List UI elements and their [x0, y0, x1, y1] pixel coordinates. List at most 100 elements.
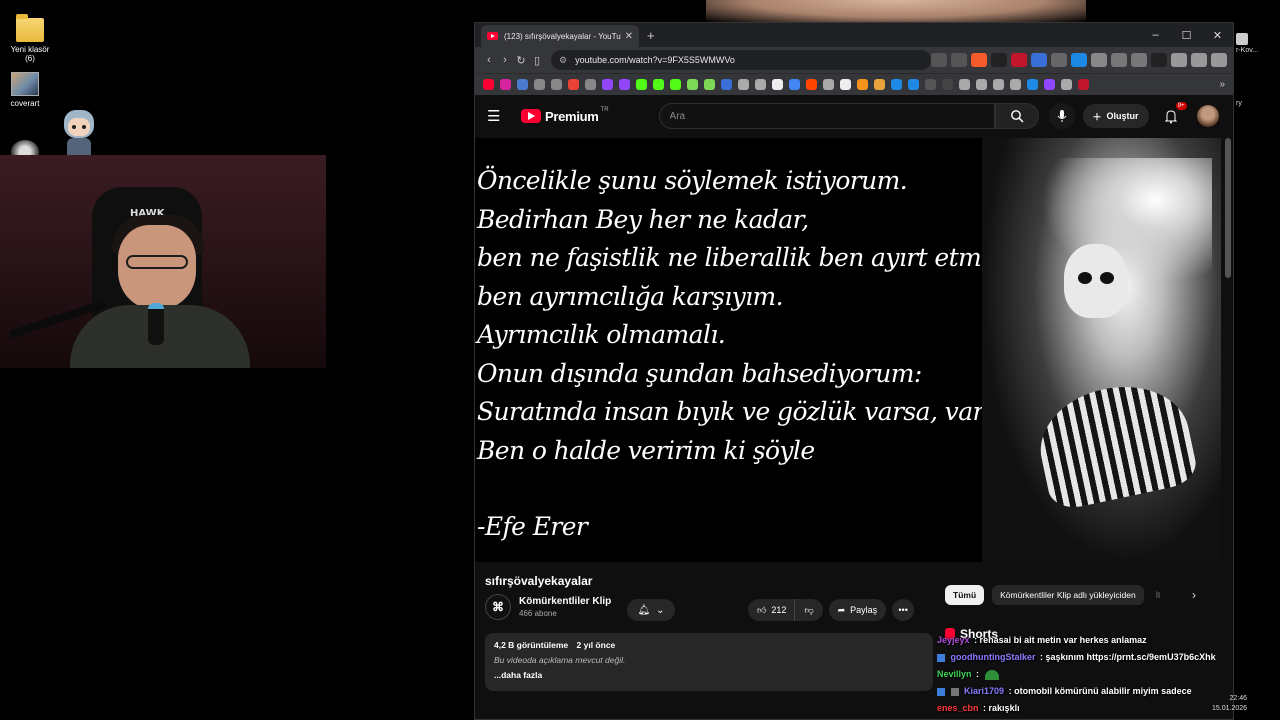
- chip-all[interactable]: Tümü: [945, 585, 985, 605]
- download-icon[interactable]: [1191, 53, 1207, 67]
- art-jaw: [1030, 373, 1200, 513]
- back-button[interactable]: ‹: [481, 54, 497, 66]
- search-button[interactable]: [994, 103, 1039, 129]
- maximize-button[interactable]: ☐: [1171, 29, 1202, 42]
- chip-from-uploader[interactable]: Kömürkentliler Klip adlı yükleyiciden: [992, 585, 1144, 605]
- voice-search-button[interactable]: [1048, 103, 1075, 129]
- chat-emote-icon: [984, 669, 999, 680]
- description-box[interactable]: 4,2 B görüntüleme 2 yıl önce Bu videoda …: [485, 633, 933, 691]
- desktop-icon-label: ry: [1236, 100, 1242, 107]
- logo-country: TR: [600, 106, 609, 113]
- close-window-button[interactable]: ✕: [1202, 29, 1233, 42]
- url-field[interactable]: ⚙ youtube.com/watch?v=9FX5S5WMWVo: [551, 50, 931, 70]
- bookmark-site-icon[interactable]: [1010, 79, 1021, 90]
- bookmark-site-icon[interactable]: [755, 79, 766, 90]
- like-button[interactable]: 👍︎ 212: [748, 599, 796, 621]
- bookmark-site-icon[interactable]: [1061, 79, 1072, 90]
- share-button[interactable]: ➦ Paylaş: [828, 599, 887, 621]
- chip-related[interactable]: İl: [1152, 585, 1164, 605]
- bookmark-site-icon[interactable]: [857, 79, 868, 90]
- thumbs-down-icon: 👎︎: [804, 604, 814, 615]
- bookmark-translate-icon[interactable]: [517, 79, 528, 90]
- bookmark-kick-icon[interactable]: [670, 79, 681, 90]
- minimize-button[interactable]: –: [1140, 29, 1171, 42]
- menu-icon[interactable]: [1211, 53, 1227, 67]
- bookmark-site-icon[interactable]: [687, 79, 698, 90]
- desktop-icon-coverart[interactable]: coverart: [0, 72, 50, 108]
- bookmark-site-icon[interactable]: [551, 79, 562, 90]
- subscription-notifications-button[interactable]: 🔔︎ ⌄: [627, 599, 675, 621]
- page-scrollbar[interactable]: [1225, 138, 1231, 278]
- bookmark-site-icon[interactable]: [908, 79, 919, 90]
- bookmark-site-icon[interactable]: [959, 79, 970, 90]
- channel-info: ⌘ Kömürkentliler Klip 466 abone: [485, 594, 611, 620]
- bookmark-site-icon[interactable]: [534, 79, 545, 90]
- extension-icon[interactable]: [1051, 53, 1067, 67]
- notifications-button[interactable]: 9+: [1161, 102, 1187, 126]
- share-icon[interactable]: [951, 53, 967, 67]
- close-tab-icon[interactable]: ✕: [625, 31, 633, 42]
- youtube-premium-logo[interactable]: Premium TR: [521, 106, 609, 124]
- extension-icon[interactable]: [1071, 53, 1087, 67]
- bookmark-twitch-icon[interactable]: [602, 79, 613, 90]
- sidebar-icon[interactable]: [1131, 53, 1147, 67]
- bookmark-youtube-icon[interactable]: [483, 79, 494, 90]
- bookmark-site-icon[interactable]: [704, 79, 715, 90]
- desktop-app-icon[interactable]: [1236, 33, 1248, 45]
- browser-tab[interactable]: (123) sıfırşövalyekayalar - YouTube ✕: [481, 25, 639, 47]
- forward-button[interactable]: ›: [497, 54, 513, 66]
- dislike-button[interactable]: 👎︎: [795, 599, 823, 621]
- search-icon: [1010, 110, 1024, 123]
- desktop-right-edge: r-Kov... ry: [1236, 33, 1258, 107]
- bookmark-site-icon[interactable]: [976, 79, 987, 90]
- extension-icon[interactable]: [1031, 53, 1047, 67]
- bookmark-site-icon[interactable]: [1078, 79, 1089, 90]
- quote-line: Onun dışında şundan bahsediyorum:: [477, 358, 922, 388]
- bookmark-site-icon[interactable]: [823, 79, 834, 90]
- bookmark-kick-icon[interactable]: [636, 79, 647, 90]
- search-input[interactable]: [658, 103, 995, 129]
- more-actions-button[interactable]: •••: [892, 599, 915, 621]
- bookmark-icon[interactable]: ▯: [529, 54, 545, 67]
- menu-hamburger-icon[interactable]: ☰: [487, 107, 511, 125]
- logo-word: Premium: [545, 108, 599, 124]
- ublock-icon[interactable]: [1011, 53, 1027, 67]
- media-icon[interactable]: [1171, 53, 1187, 67]
- brave-shield-icon[interactable]: [971, 53, 987, 67]
- bookmark-site-icon[interactable]: [840, 79, 851, 90]
- extension-icon[interactable]: [1091, 53, 1107, 67]
- bookmark-site-icon[interactable]: [993, 79, 1004, 90]
- bookmark-site-icon[interactable]: [1044, 79, 1055, 90]
- bookmark-gmail-icon[interactable]: [568, 79, 579, 90]
- bookmark-site-icon[interactable]: [721, 79, 732, 90]
- search-bar: [658, 103, 1039, 129]
- bookmark-site-icon[interactable]: [925, 79, 936, 90]
- bookmark-twitch-icon[interactable]: [619, 79, 630, 90]
- create-button[interactable]: ＋ Oluştur: [1082, 104, 1149, 128]
- user-avatar[interactable]: [1196, 105, 1219, 127]
- bookmark-x-icon[interactable]: [772, 79, 783, 90]
- more-bookmarks-icon[interactable]: »: [1219, 79, 1225, 90]
- bookmark-site-icon[interactable]: [789, 79, 800, 90]
- bookmark-site-icon[interactable]: [738, 79, 749, 90]
- bookmark-site-icon[interactable]: [874, 79, 885, 90]
- bookmark-instagram-icon[interactable]: [500, 79, 511, 90]
- bookmark-kick-icon[interactable]: [653, 79, 664, 90]
- puzzle-icon[interactable]: [1111, 53, 1127, 67]
- bookmark-site-icon[interactable]: [891, 79, 902, 90]
- system-clock[interactable]: 22:46 15.01.2026: [1212, 694, 1247, 714]
- video-player[interactable]: Öncelikle şunu söylemek istiyorum. Bedir…: [475, 138, 1221, 562]
- channel-name[interactable]: Kömürkentliler Klip: [519, 596, 611, 607]
- channel-avatar[interactable]: ⌘: [485, 594, 511, 620]
- bookmark-reddit-icon[interactable]: [806, 79, 817, 90]
- bookmark-site-icon[interactable]: [1027, 79, 1038, 90]
- chevron-right-icon[interactable]: ›: [1192, 588, 1196, 602]
- bookmark-site-icon[interactable]: [942, 79, 953, 90]
- reload-button[interactable]: ↻: [513, 54, 529, 67]
- site-info-icon[interactable]: ⚙: [559, 55, 567, 66]
- new-tab-button[interactable]: +: [647, 28, 655, 43]
- bookmark-site-icon[interactable]: [585, 79, 596, 90]
- show-more-link[interactable]: ...daha fazla: [494, 670, 924, 680]
- desktop-icon-new-folder[interactable]: Yeni klasör (6): [5, 14, 55, 63]
- cast-icon[interactable]: [931, 53, 947, 67]
